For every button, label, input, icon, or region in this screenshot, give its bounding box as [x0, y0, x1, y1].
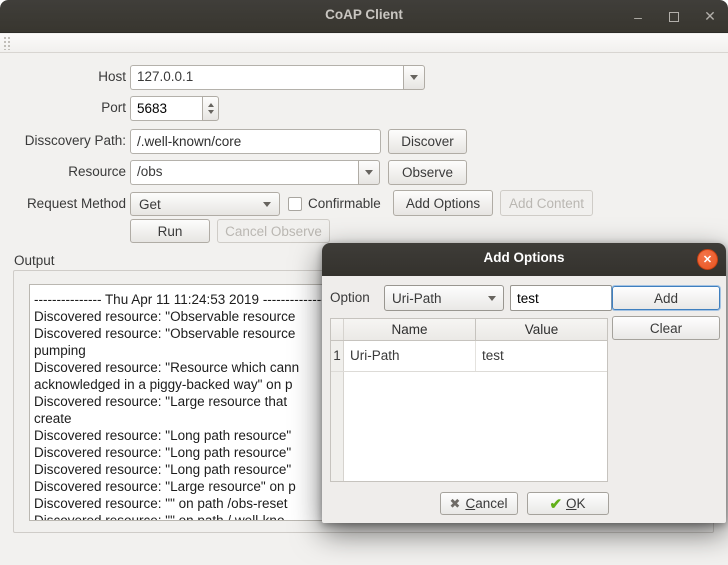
table-corner-cell — [331, 319, 344, 340]
ok-button[interactable]: ✔ OK — [526, 492, 609, 515]
resource-combobox[interactable]: /obs — [130, 160, 380, 185]
port-spin-buttons[interactable] — [202, 96, 219, 121]
table-cell-value[interactable]: test — [476, 341, 607, 371]
dialog-close-button[interactable]: ✕ — [697, 249, 718, 270]
table-header-row: Name Value — [331, 319, 607, 341]
host-input[interactable]: 127.0.0.1 — [130, 65, 403, 90]
window-controls: – ✕ — [630, 0, 718, 33]
chevron-down-icon — [263, 201, 271, 207]
add-options-button[interactable]: Add Options — [393, 190, 493, 216]
option-value-input[interactable] — [510, 285, 612, 311]
confirmable-checkbox[interactable] — [288, 197, 302, 211]
dialog-titlebar: Add Options ✕ — [322, 243, 726, 276]
port-spinbox[interactable] — [130, 96, 219, 121]
request-method-label: Request Method — [26, 196, 126, 211]
cancel-mnemonic: C — [465, 496, 476, 511]
ok-mnemonic: O — [566, 496, 577, 511]
port-input[interactable] — [130, 96, 202, 121]
table-row-number: 1 — [331, 341, 344, 371]
window-titlebar: CoAP Client – ✕ — [0, 0, 728, 33]
spin-down-icon — [207, 110, 214, 114]
spin-up-icon — [207, 103, 214, 107]
minimize-icon[interactable]: – — [630, 9, 646, 25]
host-label: Host — [98, 69, 126, 84]
confirmable-label: Confirmable — [308, 196, 381, 211]
request-method-value: Get — [139, 196, 161, 212]
ok-check-icon: ✔ — [549, 495, 563, 513]
discovery-path-label: Disscovery Path: — [24, 133, 126, 148]
ok-label: K — [576, 496, 586, 511]
table-header-value[interactable]: Value — [476, 319, 607, 340]
host-combobox[interactable]: 127.0.0.1 — [130, 65, 425, 90]
dialog-actions: ✖ Cancel ✔ OK — [322, 492, 726, 515]
table-header-name[interactable]: Name — [344, 319, 476, 340]
coap-client-window: CoAP Client – ✕ Host Port Disscovery Pat… — [0, 0, 728, 565]
port-label: Port — [101, 100, 126, 115]
maximize-box-icon — [669, 11, 679, 22]
table-cell-name[interactable]: Uri-Path — [344, 341, 476, 371]
option-label: Option — [330, 290, 370, 305]
cancel-label: ancel — [475, 496, 508, 511]
close-icon[interactable]: ✕ — [702, 8, 718, 25]
chevron-down-icon — [488, 295, 496, 301]
cancel-x-icon: ✖ — [449, 495, 461, 511]
cancel-observe-button: Cancel Observe — [217, 219, 330, 243]
discovery-path-input[interactable] — [130, 129, 381, 154]
close-icon: ✕ — [702, 254, 713, 266]
window-title: CoAP Client — [325, 7, 403, 22]
options-table[interactable]: Name Value 1 Uri-Path test — [330, 318, 608, 482]
table-row[interactable]: 1 Uri-Path test — [331, 341, 607, 372]
chevron-down-icon — [365, 170, 373, 175]
toolbar-grip-icon[interactable] — [3, 36, 10, 50]
run-button[interactable]: Run — [130, 219, 210, 243]
request-method-combobox[interactable]: Get — [130, 192, 280, 216]
resource-dropdown-button[interactable] — [358, 160, 380, 185]
add-options-dialog: Add Options ✕ Option Uri-Path Add Clear … — [322, 243, 726, 523]
toolbar-strip — [0, 34, 728, 53]
add-content-button: Add Content — [500, 190, 593, 216]
maximize-icon[interactable] — [666, 9, 682, 25]
clear-button[interactable]: Clear — [612, 316, 720, 340]
cancel-button[interactable]: ✖ Cancel — [439, 492, 518, 515]
option-value: Uri-Path — [392, 290, 442, 306]
host-dropdown-button[interactable] — [403, 65, 425, 90]
resource-input[interactable]: /obs — [130, 160, 358, 185]
option-combobox[interactable]: Uri-Path — [384, 285, 504, 311]
add-button[interactable]: Add — [612, 286, 720, 310]
dialog-title: Add Options — [483, 250, 565, 265]
resource-label: Resource — [68, 164, 126, 179]
output-label: Output — [14, 253, 55, 268]
observe-button[interactable]: Observe — [388, 160, 467, 185]
chevron-down-icon — [410, 75, 418, 80]
discover-button[interactable]: Discover — [388, 129, 467, 154]
